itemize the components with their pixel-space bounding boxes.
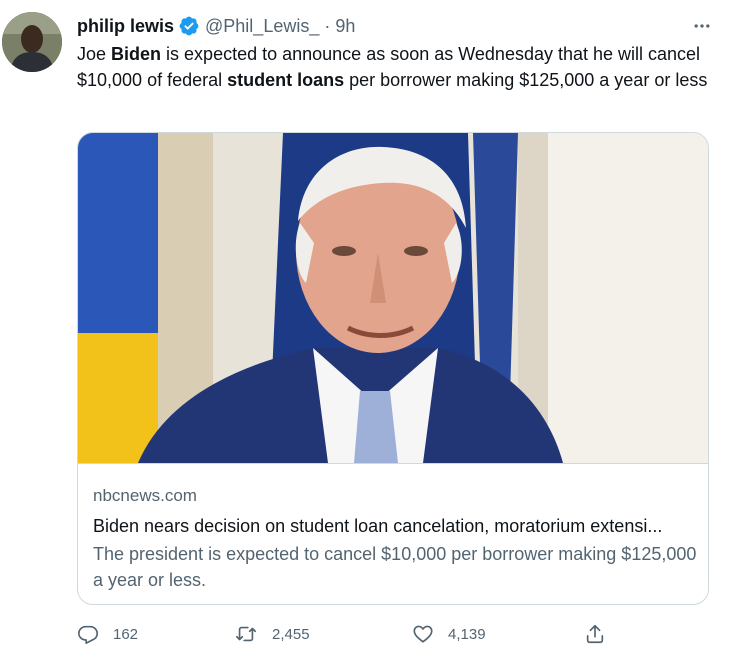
share-icon xyxy=(586,624,604,644)
author-handle[interactable]: @Phil_Lewis_ xyxy=(205,16,319,37)
tweet-time[interactable]: 9h xyxy=(335,16,355,37)
card-domain: nbcnews.com xyxy=(93,486,197,505)
separator-dot: · xyxy=(324,15,331,36)
link-card[interactable]: nbcnews.com Biden nears decision on stud… xyxy=(77,132,709,605)
tweet-text-bold-biden: Biden xyxy=(111,44,162,64)
reply-icon xyxy=(78,625,98,644)
verified-badge-icon xyxy=(178,15,200,37)
card-body[interactable]: nbcnews.com Biden nears decision on stud… xyxy=(93,485,698,593)
heart-icon xyxy=(413,625,433,643)
card-image[interactable] xyxy=(78,133,708,464)
retweet-button[interactable]: 2,455 xyxy=(234,620,310,648)
retweet-icon xyxy=(236,626,256,642)
tweet[interactable]: philip lewis @Phil_Lewis_ · 9h Joe Biden… xyxy=(0,0,740,667)
reply-button[interactable]: 162 xyxy=(77,620,138,648)
card-description: The president is expected to cancel $10,… xyxy=(93,544,697,590)
retweet-count: 2,455 xyxy=(272,625,310,643)
tweet-text-bold-student-loans: student loans xyxy=(227,70,345,90)
avatar[interactable] xyxy=(2,12,62,72)
reply-count: 162 xyxy=(113,625,139,643)
author-name[interactable]: philip lewis xyxy=(77,16,174,37)
more-horizontal-icon[interactable] xyxy=(688,14,716,38)
card-headline: Biden nears decision on student loan can… xyxy=(93,516,663,536)
like-count: 4,139 xyxy=(448,625,486,643)
tweet-actions: 162 2,455 4,139 xyxy=(77,620,637,648)
tweet-text-part: per borrower making $125,000 a year or l… xyxy=(344,70,708,90)
tweet-header: philip lewis @Phil_Lewis_ · 9h xyxy=(77,14,355,38)
like-button[interactable]: 4,139 xyxy=(412,620,486,648)
tweet-text-part: Joe xyxy=(77,44,112,64)
tweet-text: Joe Biden is expected to announce as soo… xyxy=(77,41,717,93)
share-button[interactable] xyxy=(584,620,620,648)
